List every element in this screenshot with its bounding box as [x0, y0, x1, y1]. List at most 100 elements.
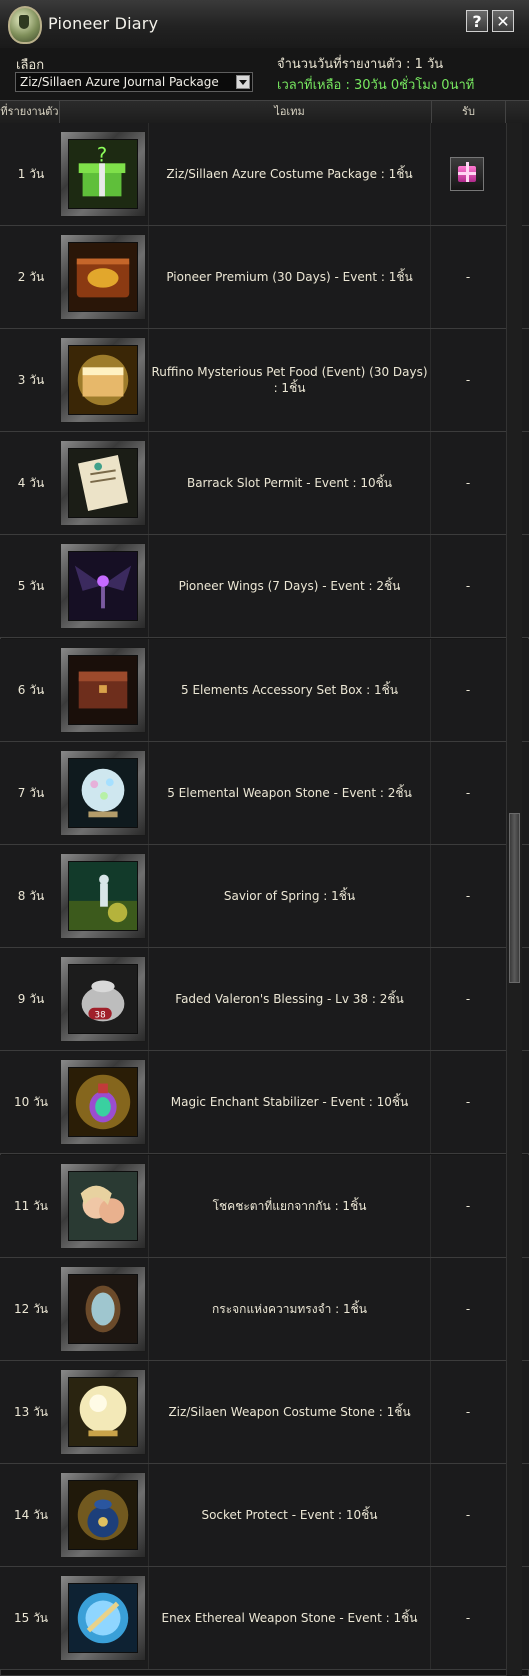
pioneer-diary-window: Pioneer Diary ? ✕ เลือก Ziz/Sillaen Azur…	[0, 0, 529, 1676]
table-row: 12 วัน กระจกแห่งความทรงจำ : 1ชิ้น -	[0, 1258, 529, 1361]
package-dropdown[interactable]: Ziz/Sillaen Azure Journal Package	[15, 72, 253, 92]
table-header: ที่รายงานตัว ไอเทม รับ	[0, 100, 529, 124]
item-slot[interactable]	[60, 1472, 146, 1558]
item-slot[interactable]	[60, 440, 146, 526]
premium-chest-icon	[68, 242, 138, 312]
day-cell: 3 วัน	[17, 373, 45, 387]
day-cell: 8 วัน	[17, 889, 45, 903]
item-slot[interactable]	[60, 1575, 146, 1661]
claim-status: -	[465, 1611, 471, 1625]
day-cell: 6 วัน	[17, 683, 45, 697]
info-panel: เลือก Ziz/Sillaen Azure Journal Package …	[0, 48, 529, 100]
green-gift-box-icon: ?	[68, 139, 138, 209]
claim-status: -	[465, 1095, 471, 1109]
svg-text:?: ?	[97, 143, 107, 166]
claim-status: -	[465, 683, 471, 697]
claim-status: -	[465, 1302, 471, 1316]
help-button[interactable]: ?	[466, 10, 488, 32]
item-slot[interactable]	[60, 1059, 146, 1145]
claim-status: -	[465, 270, 471, 284]
rainbow-potion-icon	[68, 1067, 138, 1137]
day-cell: 13 วัน	[13, 1405, 49, 1419]
dropdown-value: Ziz/Sillaen Azure Journal Package	[20, 75, 219, 89]
chevron-down-icon[interactable]	[236, 75, 250, 89]
table-row: 8 วัน Savior of Spring : 1ชิ้น -	[0, 845, 529, 948]
item-slot[interactable]: ?	[60, 131, 146, 217]
item-slot[interactable]	[60, 1266, 146, 1352]
claim-gift-button[interactable]	[450, 157, 484, 191]
item-name: Pioneer Premium (30 Days) - Event : 1ชิ้…	[148, 226, 431, 328]
day-cell: 4 วัน	[17, 476, 45, 490]
close-button[interactable]: ✕	[492, 10, 514, 32]
header-day: ที่รายงานตัว	[0, 101, 60, 123]
item-name: Barrack Slot Permit - Event : 10ชิ้น	[148, 432, 431, 534]
header-claim: รับ	[432, 101, 506, 123]
day-cell: 1 วัน	[17, 167, 45, 181]
title-bar[interactable]: Pioneer Diary ? ✕	[0, 0, 529, 49]
spring-forest-icon	[68, 861, 138, 931]
claim-status: -	[465, 786, 471, 800]
magic-mirror-icon	[68, 1274, 138, 1344]
ethereal-orb-icon	[68, 1583, 138, 1653]
days-reported-text: จำนวนวันที่รายงานตัว : 1 วัน	[277, 57, 444, 72]
item-slot[interactable]	[60, 234, 146, 320]
table-row: 6 วัน 5 Elements Accessory Set Box : 1ชิ้…	[0, 639, 529, 742]
svg-text:38: 38	[95, 1010, 106, 1020]
claim-status: -	[465, 373, 471, 387]
table-row: 2 วัน Pioneer Premium (30 Days) - Event :…	[0, 226, 529, 329]
item-slot[interactable]	[60, 853, 146, 939]
item-name: Socket Protect - Event : 10ชิ้น	[148, 1464, 431, 1566]
day-cell: 5 วัน	[17, 579, 45, 593]
item-name: โชคชะตาที่แยกจากกัน : 1ชิ้น	[148, 1155, 431, 1257]
time-left-text: เวลาที่เหลือ : 30วัน 0ชั่วโมง 0นาที	[277, 78, 475, 93]
item-slot[interactable]	[60, 337, 146, 423]
day-cell: 2 วัน	[17, 270, 45, 284]
claim-status: -	[465, 579, 471, 593]
item-name: กระจกแห่งความทรงจำ : 1ชิ้น	[148, 1258, 431, 1360]
scrollbar[interactable]	[506, 123, 522, 1676]
table-row: 1 วัน? Ziz/Sillaen Azure Costume Package …	[0, 123, 529, 226]
scroll-thumb[interactable]	[509, 813, 520, 983]
item-slot[interactable]	[60, 647, 146, 733]
dark-wings-icon	[68, 551, 138, 621]
table-row: 15 วัน Enex Ethereal Weapon Stone - Event…	[0, 1567, 529, 1670]
table-row: 10 วัน Magic Enchant Stabilizer - Event :…	[0, 1051, 529, 1154]
item-slot[interactable]	[60, 543, 146, 629]
item-name: Ziz/Silaen Weapon Costume Stone : 1ชิ้น	[148, 1361, 431, 1463]
claim-status: -	[465, 992, 471, 1006]
item-slot[interactable]	[60, 1369, 146, 1455]
header-item: ไอเทม	[148, 101, 432, 123]
item-name: Enex Ethereal Weapon Stone - Event : 1ชิ…	[148, 1567, 431, 1669]
item-name: Magic Enchant Stabilizer - Event : 10ชิ้…	[148, 1051, 431, 1153]
table-row: 4 วัน Barrack Slot Permit - Event : 10ชิ้…	[0, 432, 529, 535]
blue-pouch-icon	[68, 1480, 138, 1550]
gift-icon	[458, 162, 476, 182]
day-cell: 7 วัน	[17, 786, 45, 800]
table-row: 9 วัน 38 Faded Valeron's Blessing - Lv 38 …	[0, 948, 529, 1051]
item-name: 5 Elemental Weapon Stone - Event : 2ชิ้น	[148, 742, 431, 844]
table-row: 11 วัน โชคชะตาที่แยกจากกัน : 1ชิ้น -	[0, 1155, 529, 1258]
mysterious-chest-icon	[68, 345, 138, 415]
day-cell: 9 วัน	[17, 992, 45, 1006]
table-row: 3 วัน Ruffino Mysterious Pet Food (Event)…	[0, 329, 529, 432]
table-row: 5 วัน Pioneer Wings (7 Days) - Event : 2ช…	[0, 535, 529, 638]
claim-status: -	[465, 1199, 471, 1213]
item-name: Pioneer Wings (7 Days) - Event : 2ชิ้น	[148, 535, 431, 637]
shield-emblem-icon	[8, 6, 42, 44]
item-slot[interactable]	[60, 750, 146, 836]
claim-status: -	[465, 1405, 471, 1419]
golden-orb-icon	[68, 1377, 138, 1447]
item-name: 5 Elements Accessory Set Box : 1ชิ้น	[148, 639, 431, 741]
claim-status: -	[465, 1508, 471, 1522]
table-row: 14 วัน Socket Protect - Event : 10ชิ้น -	[0, 1464, 529, 1567]
item-name: Faded Valeron's Blessing - Lv 38 : 2ชิ้น	[148, 948, 431, 1050]
table-row: 7 วัน 5 Elemental Weapon Stone - Event : …	[0, 742, 529, 845]
day-cell: 15 วัน	[13, 1611, 49, 1625]
day-cell: 10 วัน	[13, 1095, 49, 1109]
scroll-permit-icon	[68, 448, 138, 518]
day-cell: 11 วัน	[13, 1199, 49, 1213]
item-slot[interactable]	[60, 1163, 146, 1249]
elemental-orb-icon	[68, 758, 138, 828]
wooden-box-icon	[68, 655, 138, 725]
item-slot[interactable]: 38	[60, 956, 146, 1042]
